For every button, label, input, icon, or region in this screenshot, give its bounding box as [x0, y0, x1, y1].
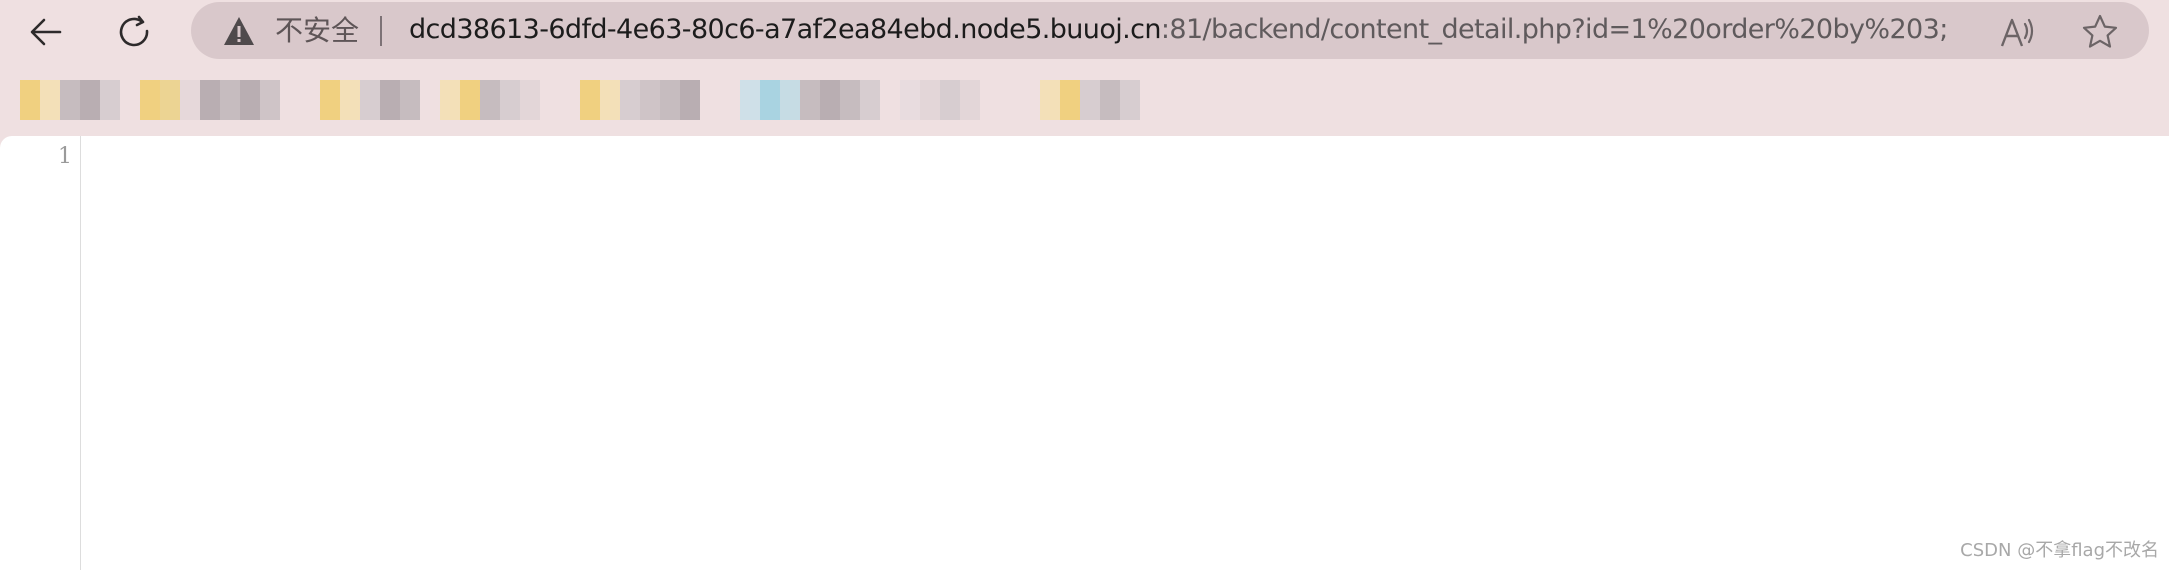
- line-number: 1: [58, 144, 72, 169]
- star-icon[interactable]: [2081, 13, 2119, 51]
- warning-icon[interactable]: [223, 16, 255, 46]
- back-arrow-icon: [30, 18, 62, 46]
- url-host: dcd38613-6dfd-4e63-80c6-a7af2ea84ebd.nod…: [409, 14, 1161, 45]
- bookmark-item[interactable]: [140, 80, 280, 120]
- bookmark-item[interactable]: [1040, 80, 1140, 120]
- bookmark-item[interactable]: [740, 80, 880, 120]
- url-text[interactable]: dcd38613-6dfd-4e63-80c6-a7af2ea84ebd.nod…: [409, 12, 1948, 48]
- back-button[interactable]: [22, 8, 70, 56]
- address-bar-divider: [380, 16, 382, 46]
- bookmarks-bar: [0, 70, 2169, 132]
- reload-button[interactable]: [111, 8, 159, 56]
- bookmark-item[interactable]: [320, 80, 420, 120]
- bookmark-item[interactable]: [900, 80, 980, 120]
- reload-icon: [119, 15, 149, 47]
- browser-toolbar: 不安全 dcd38613-6dfd-4e63-80c6-a7af2ea84ebd…: [0, 0, 2169, 64]
- line-number-gutter: 1: [0, 136, 81, 570]
- security-status-label[interactable]: 不安全: [275, 14, 359, 48]
- bookmark-item[interactable]: [580, 80, 700, 120]
- page-content: 1 CSDN @不拿flag不改名: [0, 136, 2169, 570]
- url-path: :81/backend/content_detail.php?id=1%20or…: [1160, 14, 1948, 45]
- bookmark-item[interactable]: [440, 80, 540, 120]
- watermark-text: CSDN @不拿flag不改名: [1960, 540, 2159, 561]
- address-bar[interactable]: 不安全 dcd38613-6dfd-4e63-80c6-a7af2ea84ebd…: [191, 2, 2149, 59]
- bookmark-item[interactable]: [20, 80, 120, 120]
- read-aloud-icon[interactable]: [1999, 14, 2037, 50]
